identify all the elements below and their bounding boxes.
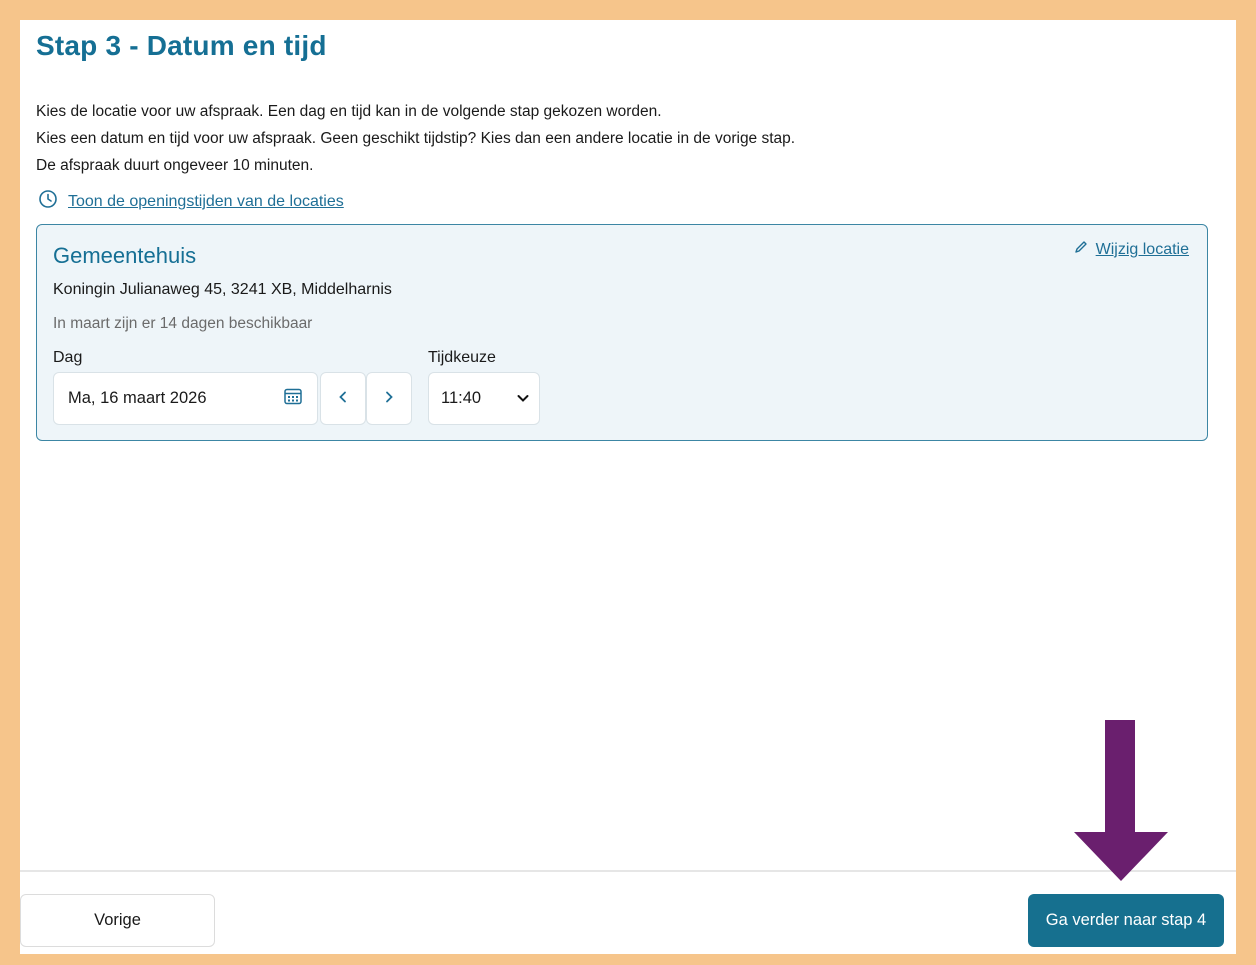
clock-icon <box>38 189 58 214</box>
change-location-label[interactable]: Wijzig locatie <box>1096 241 1189 259</box>
time-label: Tijdkeuze <box>428 349 496 366</box>
next-step-button[interactable]: Ga verder naar stap 4 <box>1028 894 1224 947</box>
pencil-icon <box>1074 240 1088 259</box>
date-value: Ma, 16 maart 2026 <box>68 389 207 407</box>
chevron-down-icon <box>517 389 529 408</box>
opening-hours-label[interactable]: Toon de openingstijden van de locaties <box>68 193 344 211</box>
chevron-left-icon <box>338 390 348 408</box>
location-address: Koningin Julianaweg 45, 3241 XB, Middelh… <box>53 281 392 298</box>
location-name: Gemeentehuis <box>53 243 197 268</box>
intro-line: Kies een datum en tijd voor uw afspraak.… <box>36 130 796 147</box>
time-select[interactable]: 11:40 <box>428 372 540 425</box>
previous-button[interactable]: Vorige <box>20 894 215 947</box>
arrow-down-icon <box>1074 720 1168 887</box>
intro-text: Kies de locatie voor uw afspraak. Een da… <box>36 98 795 179</box>
page-title: Stap 3 - Datum en tijd <box>36 30 327 61</box>
intro-line: Kies de locatie voor uw afspraak. Een da… <box>36 103 662 120</box>
calendar-icon[interactable] <box>283 386 303 411</box>
location-card: Gemeentehuis Wijzig locatie Koningin Jul… <box>36 224 1208 441</box>
previous-day-button[interactable] <box>320 372 366 425</box>
availability-text: In maart zijn er 14 dagen beschikbaar <box>53 315 313 332</box>
change-location-link[interactable]: Wijzig locatie <box>1074 240 1189 259</box>
intro-line: De afspraak duurt ongeveer 10 minuten. <box>36 157 314 174</box>
time-value: 11:40 <box>441 389 482 407</box>
footer-bar: Vorige Ga verder naar stap 4 <box>20 870 1236 954</box>
day-label: Dag <box>53 349 83 366</box>
chevron-right-icon <box>384 390 394 408</box>
opening-hours-link[interactable]: Toon de openingstijden van de locaties <box>38 189 344 214</box>
date-field[interactable]: Ma, 16 maart 2026 <box>53 372 318 425</box>
page-frame: Stap 3 - Datum en tijd Kies de locatie v… <box>20 20 1236 954</box>
next-day-button[interactable] <box>366 372 412 425</box>
